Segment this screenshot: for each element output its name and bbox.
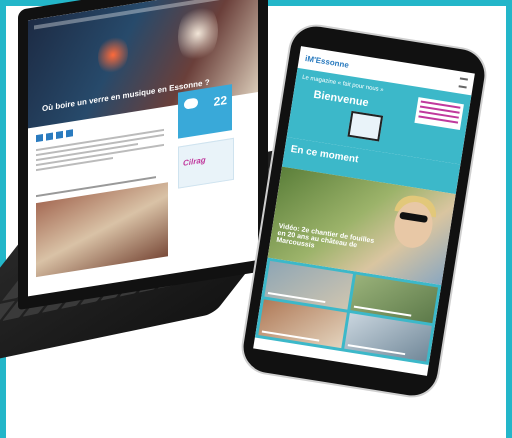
hamburger-menu-icon[interactable] xyxy=(458,77,468,89)
linkedin-icon[interactable] xyxy=(56,130,63,139)
section-title: En ce moment xyxy=(289,143,360,166)
share-buttons[interactable] xyxy=(36,129,73,143)
article-photo xyxy=(36,182,168,278)
facebook-icon[interactable] xyxy=(36,134,43,143)
banner-title: Bienvenue xyxy=(312,88,370,110)
laptop-lid: Où boire un verre en musique en Essonne … xyxy=(18,0,268,310)
laptop-screen: Où boire un verre en musique en Essonne … xyxy=(28,0,258,297)
quick-links-menu[interactable] xyxy=(414,97,464,130)
twitter-icon[interactable] xyxy=(46,132,53,141)
ad-banner[interactable]: Cilrag xyxy=(178,137,234,189)
weather-temperature: 22 xyxy=(213,92,227,110)
email-icon[interactable] xyxy=(66,129,73,138)
featured-caption[interactable]: Vidéo: 2e chantier de fouilles en 20 ans… xyxy=(276,223,378,259)
tablet-illustration xyxy=(347,110,384,142)
phone-screen: iM'Essonne Le magazine « fait pour nous … xyxy=(253,46,475,376)
weather-widget: 22 xyxy=(178,84,232,139)
site-nav-bar[interactable] xyxy=(34,0,252,30)
cloud-icon xyxy=(184,97,198,110)
site-logo[interactable]: iM'Essonne xyxy=(305,53,350,69)
ad-text: Cilrag xyxy=(183,155,206,168)
